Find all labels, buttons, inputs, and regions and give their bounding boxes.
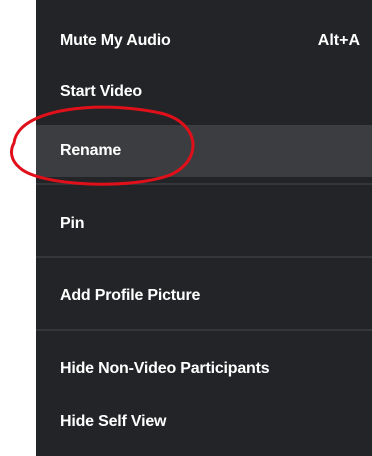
menu-item-hide-non-video-participants[interactable]: Hide Non-Video Participants bbox=[36, 350, 372, 388]
menu-separator bbox=[36, 256, 372, 258]
menu-item-hide-self-view[interactable]: Hide Self View bbox=[36, 403, 372, 441]
menu-item-label: Hide Non-Video Participants bbox=[60, 360, 270, 377]
menu-item-pin[interactable]: Pin bbox=[36, 205, 372, 243]
menu-separator bbox=[36, 183, 372, 185]
menu-item-label: Rename bbox=[60, 142, 122, 159]
menu-separator bbox=[36, 329, 372, 331]
menu-item-add-profile-picture[interactable]: Add Profile Picture bbox=[36, 277, 372, 315]
participant-context-menu: Mute My Audio Alt+A Start Video Rename P… bbox=[36, 0, 372, 456]
menu-item-label: Hide Self View bbox=[60, 413, 167, 430]
menu-item-label: Pin bbox=[60, 215, 85, 232]
menu-item-label: Mute My Audio bbox=[60, 32, 171, 49]
menu-item-start-video[interactable]: Start Video bbox=[36, 73, 372, 111]
screenshot-page: Mute My Audio Alt+A Start Video Rename P… bbox=[0, 0, 372, 456]
menu-item-rename[interactable]: Rename bbox=[36, 125, 372, 177]
menu-item-label: Add Profile Picture bbox=[60, 287, 201, 304]
menu-item-mute-my-audio[interactable]: Mute My Audio Alt+A bbox=[36, 22, 372, 60]
keyboard-shortcut: Alt+A bbox=[317, 32, 360, 49]
menu-item-label: Start Video bbox=[60, 83, 142, 100]
